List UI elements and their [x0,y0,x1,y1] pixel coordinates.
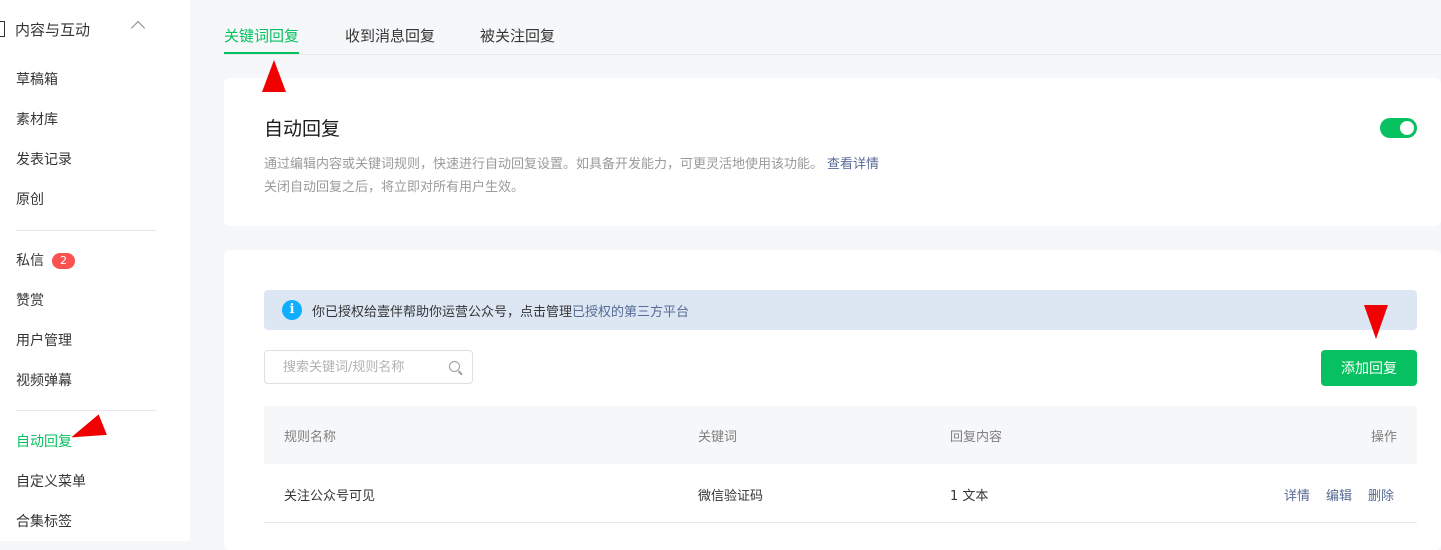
sidebar-item-auto-reply[interactable]: 自动回复 [16,432,72,452]
sidebar-item-publish-records[interactable]: 发表记录 [16,150,72,170]
sidebar-item-rewards[interactable]: 赞赏 [16,291,44,311]
view-details-link[interactable]: 查看详情 [827,157,879,172]
column-header-keyword: 关键词 [698,430,738,445]
auto-reply-description: 通过编辑内容或关键词规则，快速进行自动回复设置。如具备开发能力，可更灵活地使用该… [264,153,879,172]
add-reply-button[interactable]: 添加回复 [1321,350,1417,386]
info-icon: i [282,300,302,320]
sidebar-section-content-interaction[interactable]: 内容与互动 [0,16,170,42]
auto-reply-note: 关闭自动回复之后，将立即对所有用户生效。 [264,180,525,195]
delete-link[interactable]: 删除 [1368,485,1394,504]
tab-keyword-reply[interactable]: 关键词回复 [224,26,300,54]
column-header-reply-content: 回复内容 [950,430,1003,445]
annotation-arrow-add-button [1364,305,1388,339]
details-link[interactable]: 详情 [1284,485,1310,504]
edit-link[interactable]: 编辑 [1326,485,1352,504]
keyword-cell: 微信验证码 [698,489,764,504]
table-row: 关注公众号可见 微信验证码 1 文本 详情 编辑 删除 [264,464,1417,523]
column-header-actions: 操作 [1370,430,1397,445]
sidebar-item-video-danmaku[interactable]: 视频弹幕 [16,371,72,391]
sidebar-item-original[interactable]: 原创 [16,190,44,210]
auto-reply-title: 自动回复 [264,118,341,140]
rule-name-cell: 关注公众号可见 [284,489,376,504]
search-input[interactable] [281,358,450,376]
column-header-rule-name: 规则名称 [284,430,337,445]
reply-content-cell: 1 文本 [950,489,989,504]
auto-reply-toggle[interactable] [1380,118,1417,138]
auto-reply-card: 自动回复 通过编辑内容或关键词规则，快速进行自动回复设置。如具备开发能力，可更灵… [224,78,1441,226]
chevron-up-icon[interactable] [130,20,146,36]
annotation-arrow-tab [262,60,286,92]
sidebar-divider [16,230,156,231]
third-party-platform-link[interactable]: 已授权的第三方平台 [572,301,689,320]
sidebar-item-custom-menu[interactable]: 自定义菜单 [16,472,86,492]
tab-follow-reply[interactable]: 被关注回复 [480,26,555,50]
description-text: 通过编辑内容或关键词规则，快速进行自动回复设置。如具备开发能力，可更灵活地使用该… [264,157,824,172]
sidebar-item-user-management[interactable]: 用户管理 [16,331,72,351]
notice-text: 你已授权给壹伴帮助你运营公众号，点击管理 [312,304,573,320]
sidebar-item-materials[interactable]: 素材库 [16,110,58,130]
search-box [264,350,473,384]
sidebar-item-drafts[interactable]: 草稿箱 [16,70,58,90]
sidebar-section-label: 内容与互动 [15,20,91,39]
sidebar: 内容与互动 草稿箱 素材库 发表记录 原创 私信 2 赞赏 用户管理 视频弹幕 … [0,0,190,541]
unread-badge: 2 [52,253,75,269]
sidebar-item-label: 私信 [16,253,44,269]
toggle-knob [1400,121,1414,135]
search-icon[interactable] [449,361,460,372]
table-header: 规则名称 关键词 回复内容 操作 [264,406,1417,464]
sidebar-divider [16,410,156,411]
authorization-notice: i 你已授权给壹伴帮助你运营公众号，点击管理 已授权的第三方平台 [264,290,1417,330]
sidebar-item-messages[interactable]: 私信 2 [16,251,75,271]
reply-rules-card: i 你已授权给壹伴帮助你运营公众号，点击管理已授权的第三方平台 添加回复 规则名… [224,250,1441,550]
sidebar-item-collection-tags[interactable]: 合集标签 [16,512,72,532]
reply-tabs: 关键词回复 收到消息回复 被关注回复 [224,0,1441,55]
tab-message-reply[interactable]: 收到消息回复 [345,26,435,50]
section-icon [0,21,5,37]
